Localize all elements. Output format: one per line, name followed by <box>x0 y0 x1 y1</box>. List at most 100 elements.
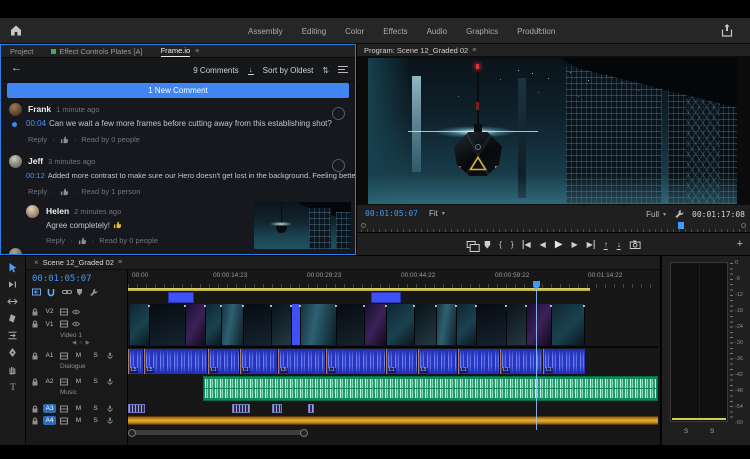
track-select-forward-tool[interactable] <box>7 279 19 291</box>
panel-menu-icon[interactable]: ≡ <box>472 47 476 54</box>
track-name-music[interactable]: Music <box>60 389 77 396</box>
video-clip-v1[interactable] <box>222 304 244 345</box>
extract-button[interactable]: ↓ <box>617 240 621 250</box>
solo-button[interactable]: S <box>89 416 102 425</box>
panel-menu-icon[interactable]: ≡ <box>118 259 122 266</box>
track-target-v1[interactable]: V1 <box>43 320 56 329</box>
track-target-a3[interactable]: A3 <box>43 404 56 413</box>
audio-clip-dialogue[interactable]: L5 <box>128 349 143 374</box>
horizontal-scrollbar[interactable] <box>130 430 306 435</box>
audio-clip-dialogue[interactable]: L5 <box>278 349 325 374</box>
workspace-tab-graphics[interactable]: Graphics <box>466 27 498 36</box>
mic-icon[interactable] <box>106 405 114 413</box>
timeline-position-timecode[interactable]: 00:01:05:07 <box>32 274 92 284</box>
keyframe-nav[interactable]: ◀○▶ <box>72 340 93 346</box>
hand-tool[interactable] <box>7 364 19 376</box>
video-clip-v1[interactable] <box>150 304 186 345</box>
audio-clip-dialogue[interactable]: L1 <box>458 349 499 374</box>
video-clip-v1[interactable] <box>415 304 437 345</box>
mute-button[interactable]: M <box>72 404 85 413</box>
video-clip-v1[interactable] <box>292 304 301 345</box>
lift-button[interactable]: ↑ <box>604 240 608 250</box>
timeline-settings-wrench-icon[interactable] <box>89 288 97 296</box>
video-clip-v1[interactable] <box>437 304 457 345</box>
track-name-video1[interactable]: Video 1 <box>60 332 82 339</box>
mute-button[interactable]: M <box>72 377 85 386</box>
comment-frame-thumbnail[interactable] <box>254 202 351 249</box>
new-comment-banner[interactable]: 1 New Comment <box>7 83 349 98</box>
lock-icon[interactable] <box>31 320 39 328</box>
slip-tool[interactable] <box>7 330 19 342</box>
solo-left-button[interactable]: S <box>684 428 688 435</box>
audio-clip-ambience[interactable] <box>128 416 658 425</box>
scrubber-handle[interactable] <box>361 223 366 228</box>
video-clip-v1[interactable] <box>387 304 415 345</box>
nest-toggle-icon[interactable] <box>32 288 40 296</box>
comment-timecode[interactable]: 00:12 <box>26 171 45 180</box>
program-position-timecode[interactable]: 00:01:05:07 <box>365 209 418 218</box>
add-marker-icon[interactable] <box>77 289 82 296</box>
track-lane-a1[interactable]: L5L5L1L1L5L1L1L5L1L1L1 <box>128 349 658 374</box>
zoom-level-dropdown[interactable]: Fit ▾ <box>429 209 445 218</box>
lock-icon[interactable] <box>31 378 39 386</box>
reply-button[interactable]: Reply <box>28 135 47 144</box>
add-marker-icon[interactable] <box>484 241 490 249</box>
thumbs-up-icon[interactable] <box>78 236 87 245</box>
program-video-area[interactable] <box>357 57 750 205</box>
video-clip-v1[interactable] <box>457 304 477 345</box>
linked-selection-icon[interactable] <box>62 288 70 296</box>
program-scrubber[interactable] <box>361 223 746 232</box>
video-clip-v1[interactable] <box>244 304 272 345</box>
sync-lock-icon[interactable] <box>60 352 68 360</box>
comment-complete-checkbox[interactable] <box>332 107 345 120</box>
audio-clip-dialogue[interactable]: L1 <box>386 349 417 374</box>
panel-menu-icon[interactable]: ≡ <box>195 48 199 55</box>
video-clip-v1[interactable] <box>337 304 365 345</box>
mute-button[interactable]: M <box>72 416 85 425</box>
timeline-track-area[interactable]: 00:0000:00:14:2300:00:29:2300:00:44:2200… <box>128 270 658 445</box>
sync-lock-icon[interactable] <box>60 378 68 386</box>
workspace-tab-audio[interactable]: Audio <box>427 27 447 36</box>
lock-icon[interactable] <box>31 417 39 425</box>
work-area-bar[interactable] <box>128 288 590 291</box>
video-clip-v1[interactable] <box>272 304 292 345</box>
track-lane-a2[interactable] <box>128 375 658 402</box>
tab-frameio[interactable]: Frame.io ≡ <box>152 45 209 58</box>
export-frame-icon[interactable] <box>630 240 641 249</box>
program-monitor-tab[interactable]: Program: Scene 12_Graded 02 ≡ <box>357 44 750 57</box>
video-clip-v2[interactable] <box>168 292 194 303</box>
comparison-view-icon[interactable] <box>466 241 475 248</box>
track-lane-v1[interactable] <box>128 304 658 345</box>
audio-clip-dialogue[interactable]: L1 <box>326 349 385 374</box>
mark-out-button[interactable]: } <box>511 240 514 249</box>
tab-effect-controls[interactable]: Effect Controls Plates [A] <box>42 45 151 58</box>
razor-tool[interactable] <box>7 313 19 325</box>
go-to-out-button[interactable]: ▶ <box>587 240 595 249</box>
lock-icon[interactable] <box>31 352 39 360</box>
video-clip-v1[interactable] <box>365 304 387 345</box>
workspace-tab-editing[interactable]: Editing <box>302 27 326 36</box>
lock-icon[interactable] <box>31 405 39 413</box>
lock-icon[interactable] <box>31 308 39 316</box>
playback-resolution-dropdown[interactable]: Full ▾ <box>646 210 666 219</box>
step-forward-button[interactable]: ▶ <box>572 240 578 249</box>
solo-button[interactable]: S <box>89 351 102 360</box>
video-clip-v1[interactable] <box>206 304 222 345</box>
audio-clip-music[interactable] <box>203 376 658 401</box>
reply-button[interactable]: Reply <box>46 236 65 245</box>
comment-timecode[interactable]: 00:04 <box>26 119 46 128</box>
video-clip-v2[interactable] <box>371 292 401 303</box>
audio-clip-sfx[interactable] <box>128 404 145 413</box>
workspace-tab-color[interactable]: Color <box>345 27 364 36</box>
track-target-v2[interactable]: V2 <box>43 307 56 316</box>
mic-icon[interactable] <box>106 352 114 360</box>
selection-tool[interactable] <box>7 262 19 274</box>
eye-icon[interactable] <box>72 320 80 328</box>
mic-icon[interactable] <box>106 417 114 425</box>
solo-button[interactable]: S <box>89 377 102 386</box>
tab-project[interactable]: Project <box>1 45 42 58</box>
step-back-button[interactable]: ◀ <box>540 240 546 249</box>
track-lane-a3[interactable] <box>128 403 658 414</box>
button-editor-plus[interactable]: + <box>737 238 743 250</box>
program-playhead[interactable] <box>678 222 684 229</box>
